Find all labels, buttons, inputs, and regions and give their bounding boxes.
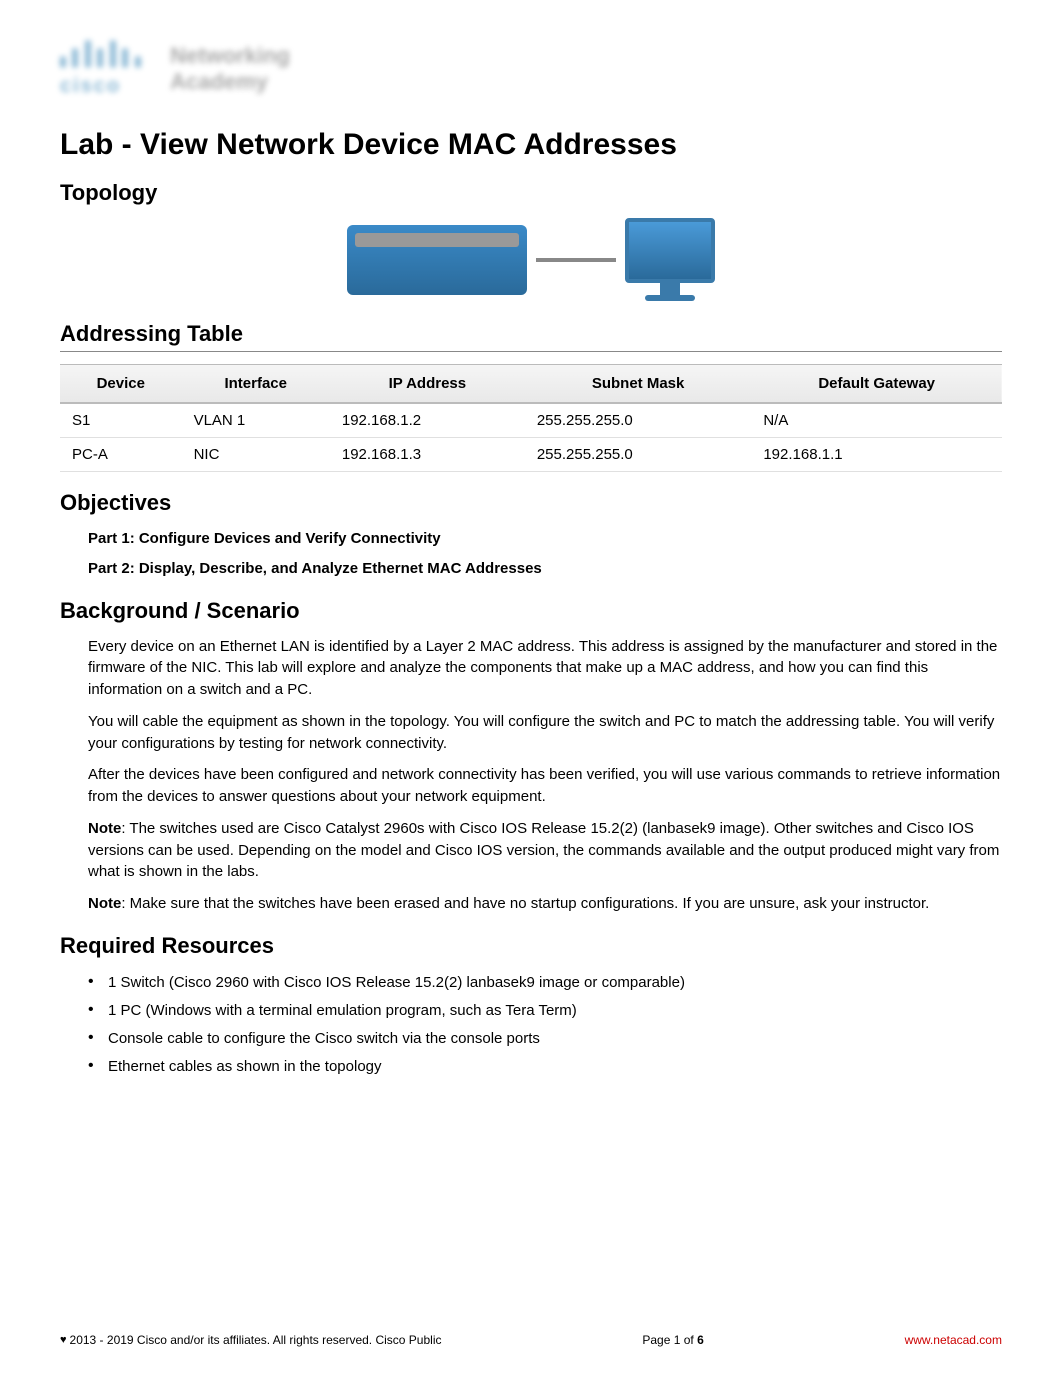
heart-icon: ♥ [60,1334,67,1346]
ethernet-cable-icon [536,258,616,262]
table-row: PC-A NIC 192.168.1.3 255.255.255.0 192.1… [60,438,1002,472]
col-gateway: Default Gateway [751,365,1002,404]
page-total: 6 [697,1333,704,1347]
part2-heading: Part 2: Display, Describe, and Analyze E… [88,558,1002,580]
cell-interface: VLAN 1 [182,403,330,438]
background-heading: Background / Scenario [60,598,1002,624]
background-note-1: Note: The switches used are Cisco Cataly… [88,818,1002,883]
resources-heading: Required Resources [60,933,1002,959]
list-item: 1 PC (Windows with a terminal emulation … [88,999,1002,1023]
cell-mask: 255.255.255.0 [525,438,752,472]
footer: ♥ 2013 - 2019 Cisco and/or its affiliate… [60,1333,1002,1347]
footer-copyright: ♥ 2013 - 2019 Cisco and/or its affiliate… [60,1333,442,1347]
objectives-heading: Objectives [60,490,1002,516]
cell-ip: 192.168.1.2 [330,403,525,438]
cisco-brand-text: cisco [60,75,151,98]
note-label: Note [88,895,121,912]
background-para-2: You will cable the equipment as shown in… [88,711,1002,755]
logo-container: cisco Networking Academy [60,40,1002,98]
col-mask: Subnet Mask [525,365,752,404]
part1-heading: Part 1: Configure Devices and Verify Con… [88,528,1002,550]
cell-interface: NIC [182,438,330,472]
resources-list: 1 Switch (Cisco 2960 with Cisco IOS Rele… [88,971,1002,1079]
logo-text-line2: Academy [170,69,290,95]
topology-diagram [60,218,1002,301]
footer-page: Page 1 of 6 [642,1333,703,1347]
list-item: 1 Switch (Cisco 2960 with Cisco IOS Rele… [88,971,1002,995]
table-header-row: Device Interface IP Address Subnet Mask … [60,365,1002,404]
cell-device: S1 [60,403,182,438]
cell-gateway: N/A [751,403,1002,438]
col-interface: Interface [182,365,330,404]
background-para-1: Every device on an Ethernet LAN is ident… [88,636,1002,701]
logo-text: Networking Academy [170,43,290,95]
note-text: : Make sure that the switches have been … [121,895,929,912]
cisco-bars-icon [60,40,143,73]
list-item: Console cable to configure the Cisco swi… [88,1027,1002,1051]
footer-link[interactable]: www.netacad.com [905,1333,1002,1347]
note-text: : The switches used are Cisco Catalyst 2… [88,820,999,881]
background-note-2: Note: Make sure that the switches have b… [88,893,1002,915]
cell-gateway: 192.168.1.1 [751,438,1002,472]
background-content: Every device on an Ethernet LAN is ident… [88,636,1002,915]
copyright-text: 2013 - 2019 Cisco and/or its affiliates.… [70,1333,442,1347]
page-title: Lab - View Network Device MAC Addresses [60,128,1002,162]
switch-device-icon [347,225,527,295]
logo-text-line1: Networking [170,43,290,69]
table-row: S1 VLAN 1 192.168.1.2 255.255.255.0 N/A [60,403,1002,438]
objectives-content: Part 1: Configure Devices and Verify Con… [88,528,1002,580]
background-para-3: After the devices have been configured a… [88,764,1002,808]
note-label: Note [88,820,121,837]
topology-heading: Topology [60,180,1002,206]
pc-device-icon [625,218,715,301]
col-ip: IP Address [330,365,525,404]
cell-ip: 192.168.1.3 [330,438,525,472]
list-item: Ethernet cables as shown in the topology [88,1055,1002,1079]
cell-device: PC-A [60,438,182,472]
col-device: Device [60,365,182,404]
cell-mask: 255.255.255.0 [525,403,752,438]
cisco-logo: cisco [60,40,151,98]
page-label: Page 1 of [642,1333,697,1347]
addressing-table: Device Interface IP Address Subnet Mask … [60,364,1002,472]
addressing-heading: Addressing Table [60,321,1002,352]
